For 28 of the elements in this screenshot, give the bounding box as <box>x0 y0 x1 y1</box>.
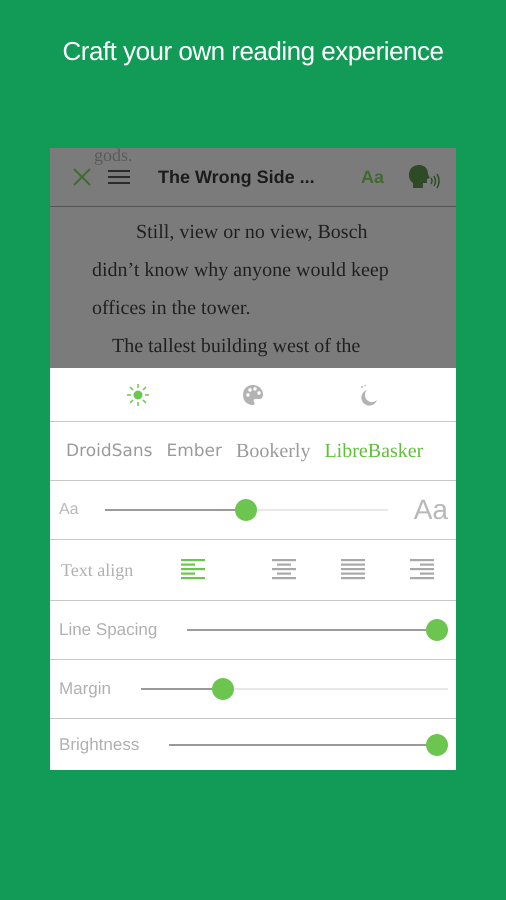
slider-label: Margin <box>59 679 111 699</box>
text-align-label: Text align <box>61 560 134 580</box>
font-option[interactable]: DroidSans <box>66 441 152 461</box>
slider-label: Brightness <box>59 734 140 754</box>
font-option[interactable]: Ember <box>166 441 222 461</box>
slider-thumb[interactable] <box>426 619 448 641</box>
small-font-label: Aa <box>59 501 80 519</box>
align-left-icon <box>181 559 205 581</box>
slider-thumb[interactable] <box>426 734 448 756</box>
book-paragraph: Still, view or no view, Bosch didn’t know why anyone would keep offices in the tower. <box>92 220 390 321</box>
speaking-head-icon[interactable] <box>406 164 440 190</box>
headline: Craft your own reading experience <box>62 35 444 68</box>
palette-icon[interactable] <box>242 384 264 406</box>
font-settings-button[interactable]: Aa <box>360 166 384 188</box>
book-title: The Wrong Side ... <box>158 166 316 188</box>
book-paragraph: The tallest building west of the <box>111 334 362 359</box>
font-option[interactable]: LibreBasker <box>324 440 424 462</box>
slider-thumb[interactable] <box>212 678 234 700</box>
slider-thumb[interactable] <box>235 499 258 521</box>
menu-icon[interactable] <box>108 169 130 185</box>
align-justify-icon <box>340 559 365 581</box>
align-right-icon <box>410 559 434 581</box>
align-center-icon <box>272 559 296 581</box>
slider-label: Line Spacing <box>59 620 158 640</box>
sun-icon[interactable] <box>126 384 149 406</box>
close-icon[interactable] <box>72 167 92 187</box>
font-option[interactable]: Bookerly <box>236 440 310 462</box>
large-font-label: Aa <box>414 494 448 526</box>
